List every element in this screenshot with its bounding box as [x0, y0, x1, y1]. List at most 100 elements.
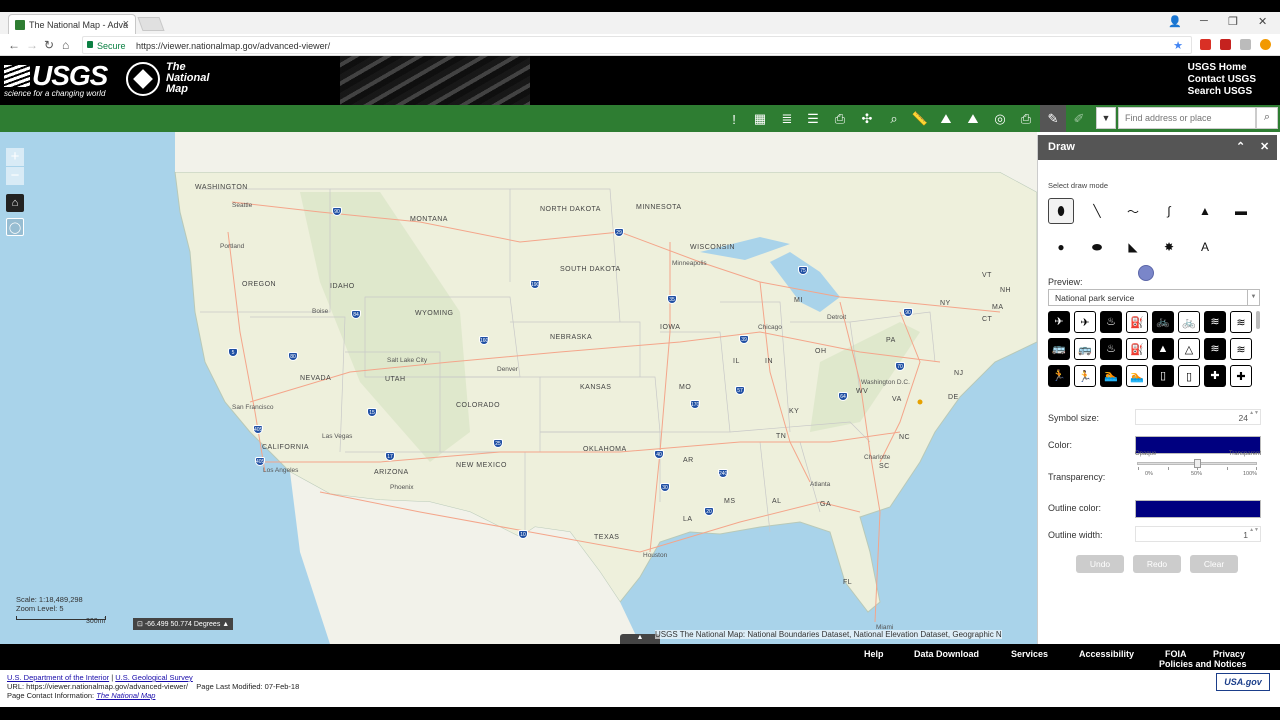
home-extent-icon[interactable]: ⌂ — [6, 194, 24, 212]
footer-link-accessibility[interactable]: Accessibility — [1079, 649, 1134, 659]
draw-tool-icon[interactable]: ✎ — [1040, 105, 1066, 132]
draw-mode-circle-icon[interactable]: ● — [1048, 234, 1074, 260]
collapse-panel-icon[interactable]: ⌃ — [1236, 140, 1245, 153]
nps-symbol-icon[interactable]: 🏃 — [1048, 365, 1070, 387]
coordinates-icon[interactable]: ✣ — [856, 108, 878, 130]
symbol-grid-scrollbar[interactable] — [1256, 311, 1260, 329]
nps-symbol-icon[interactable]: ▯ — [1152, 365, 1174, 387]
gmail-extension-icon[interactable] — [1200, 39, 1211, 50]
undo-button[interactable]: Undo — [1076, 555, 1124, 573]
reload-icon[interactable]: ↻ — [44, 38, 54, 52]
bookmark-icon[interactable]: ⎙ — [829, 108, 851, 130]
nps-symbol-icon[interactable]: ♨ — [1100, 311, 1122, 333]
policies-link[interactable]: Policies and Notices — [1159, 659, 1247, 669]
nps-symbol-icon[interactable]: 🚲 — [1178, 311, 1200, 333]
clear-button[interactable]: Clear — [1190, 555, 1238, 573]
nps-symbol-icon[interactable]: ✚ — [1230, 365, 1252, 387]
coordinate-expand-icon[interactable]: ▲ — [222, 621, 229, 628]
attribution-toggle[interactable]: ▲ — [620, 634, 660, 644]
nps-symbol-icon[interactable]: ✈ — [1074, 311, 1096, 333]
symbol-size-spinner[interactable]: ▲▼ — [1249, 410, 1259, 417]
nps-symbol-icon[interactable]: ≋ — [1204, 311, 1226, 333]
edit-icon[interactable]: ✐ — [1068, 108, 1090, 130]
bookmark-star-icon[interactable]: ★ — [1173, 39, 1183, 52]
coordinate-toggle-icon[interactable]: ⊡ — [137, 621, 143, 628]
redo-button[interactable]: Redo — [1133, 555, 1181, 573]
contact-usgs-link[interactable]: Contact USGS — [1188, 74, 1256, 86]
nps-symbol-icon[interactable]: ▲ — [1152, 338, 1174, 360]
search-icon[interactable]: ⌕ — [1256, 107, 1278, 129]
close-window-button[interactable]: ✕ — [1258, 15, 1267, 28]
identify-icon[interactable]: ⌕ — [883, 108, 905, 130]
layers-icon[interactable]: ≣ — [776, 108, 798, 130]
draw-mode-ellipse-icon[interactable]: ⬬ — [1084, 234, 1110, 260]
nps-symbol-icon[interactable]: 🏃 — [1074, 365, 1096, 387]
usgs-link[interactable]: U.S. Geological Survey — [115, 673, 193, 682]
transparency-slider[interactable]: Opaque Transparent 0% 50% 100% — [1135, 451, 1261, 481]
footer-link-foia[interactable]: FOIA — [1165, 649, 1187, 659]
url-field[interactable]: Secure https://viewer.nationalmap.gov/ad… — [82, 36, 1192, 54]
footer-link-privacy[interactable]: Privacy — [1213, 649, 1245, 659]
draw-mode-text-icon[interactable]: A — [1192, 234, 1218, 260]
nps-symbol-icon[interactable]: ≋ — [1230, 311, 1252, 333]
nps-symbol-icon[interactable]: 🏊 — [1126, 365, 1148, 387]
symbol-size-input[interactable]: 24 ▲▼ — [1135, 409, 1261, 425]
radius-icon[interactable]: ◎ — [989, 108, 1011, 130]
browser-tab[interactable]: The National Map - Adva × — [8, 14, 136, 34]
nps-symbol-icon[interactable]: ⛽ — [1126, 311, 1148, 333]
alert-extension-icon[interactable] — [1260, 39, 1271, 50]
zoom-in-button[interactable]: + — [6, 148, 24, 166]
nps-symbol-icon[interactable]: 🚌 — [1048, 338, 1070, 360]
nps-symbol-icon[interactable]: ≋ — [1230, 338, 1252, 360]
nps-symbol-icon[interactable]: ⛽ — [1126, 338, 1148, 360]
maximize-button[interactable]: ❐ — [1228, 15, 1238, 28]
nps-symbol-icon[interactable]: 🚲 — [1152, 311, 1174, 333]
nps-symbol-icon[interactable]: ≋ — [1204, 338, 1226, 360]
doi-link[interactable]: U.S. Department of the Interior — [7, 673, 109, 682]
extension-icon[interactable] — [1240, 39, 1251, 50]
usagov-logo[interactable]: USA.gov — [1216, 673, 1270, 691]
address-search-input[interactable] — [1118, 107, 1256, 129]
basemap-gallery-icon[interactable]: ▦ — [749, 108, 771, 130]
new-tab-button[interactable] — [137, 17, 165, 31]
tab-close-icon[interactable]: × — [123, 18, 129, 30]
contact-link[interactable]: The National Map — [96, 691, 155, 700]
search-source-dropdown[interactable]: ▼ — [1096, 107, 1116, 129]
mail-extension-icon[interactable] — [1220, 39, 1231, 50]
footer-link-help[interactable]: Help — [864, 649, 884, 659]
nps-symbol-icon[interactable]: ✚ — [1204, 365, 1226, 387]
nps-symbol-icon[interactable]: ♨ — [1100, 338, 1122, 360]
draw-mode-polyline-icon[interactable]: 〜 — [1120, 198, 1146, 224]
draw-mode-freehand-polygon-icon[interactable]: ✸ — [1156, 234, 1182, 260]
legend-icon[interactable]: ☰ — [802, 108, 824, 130]
forward-icon[interactable]: → — [26, 38, 38, 52]
draw-mode-polygon-icon[interactable]: ◣ — [1120, 234, 1146, 260]
draw-mode-freehand-line-icon[interactable]: ∫ — [1156, 198, 1182, 224]
nps-symbol-icon[interactable]: ✈ — [1048, 311, 1070, 333]
draw-mode-rectangle-icon[interactable]: ▬ — [1228, 198, 1254, 224]
outline-color-picker[interactable] — [1135, 500, 1261, 518]
outline-width-input[interactable]: 1 ▲▼ — [1135, 526, 1261, 542]
footer-link-data-download[interactable]: Data Download — [914, 649, 979, 659]
nps-symbol-icon[interactable]: △ — [1178, 338, 1200, 360]
usgs-home-link[interactable]: USGS Home — [1188, 62, 1256, 74]
draw-mode-point-icon[interactable]: ⬮ — [1048, 198, 1074, 224]
coordinate-readout[interactable]: ⊡ -66.499 50.774 Degrees ▲ — [133, 618, 234, 630]
minimize-button[interactable]: ─ — [1200, 15, 1208, 27]
zoom-out-button[interactable]: − — [6, 167, 24, 185]
footer-link-services[interactable]: Services — [1011, 649, 1048, 659]
spot-elevation-icon[interactable]: ⛰ — [962, 108, 984, 130]
home-icon[interactable]: ⌂ — [62, 38, 69, 52]
back-icon[interactable]: ← — [8, 38, 20, 52]
close-panel-icon[interactable]: ✕ — [1260, 140, 1269, 153]
symbol-set-select[interactable]: National park service ▼ — [1048, 289, 1260, 306]
locate-icon[interactable]: ◯ — [6, 218, 24, 236]
map-view[interactable]: WASHINGTON MONTANA NORTH DAKOTA MINNESOTA WI… — [0, 132, 1037, 644]
search-usgs-link[interactable]: Search USGS — [1188, 86, 1256, 98]
outline-width-spinner[interactable]: ▲▼ — [1249, 527, 1259, 534]
alert-icon[interactable]: ! — [723, 108, 745, 130]
profile-icon[interactable]: 👤 — [1168, 15, 1182, 28]
draw-mode-triangle-icon[interactable]: ▲ — [1192, 198, 1218, 224]
usgs-logo[interactable]: USGS science for a changing world — [4, 60, 108, 98]
print-icon[interactable]: ⎙ — [1015, 108, 1037, 130]
